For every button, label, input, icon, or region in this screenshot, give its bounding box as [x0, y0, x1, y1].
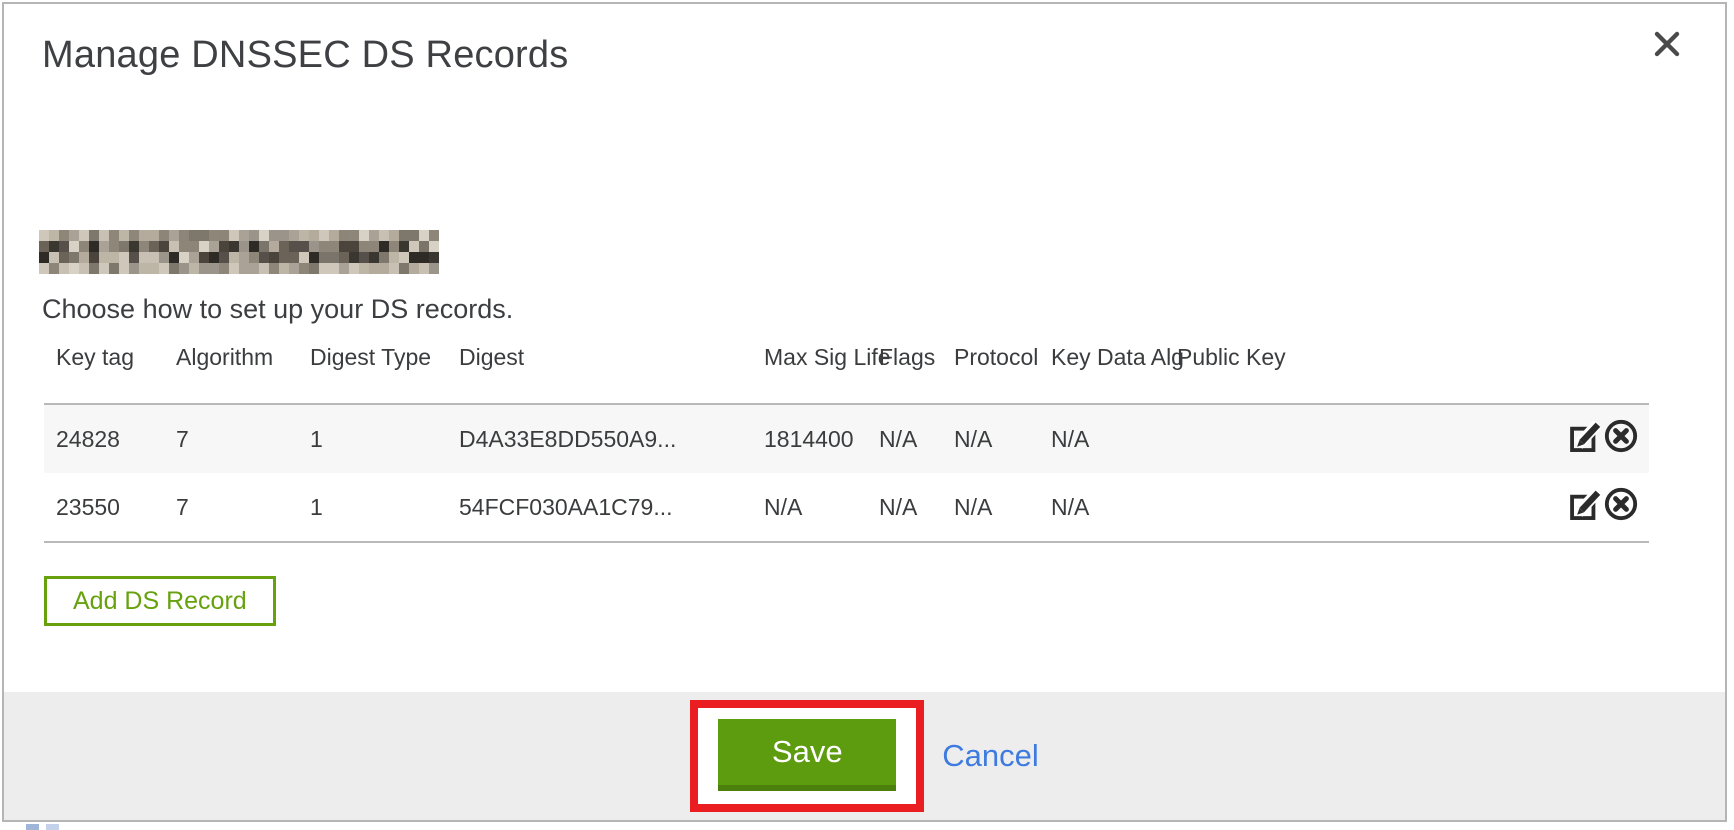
cell-actions [1469, 404, 1649, 473]
close-icon [1652, 29, 1682, 64]
close-button[interactable] [1649, 28, 1685, 64]
cell-algorithm: 7 [164, 404, 298, 473]
cell-digest-type: 1 [298, 404, 447, 473]
col-header-digest: Digest [447, 334, 752, 404]
cell-public-key [1165, 473, 1469, 542]
col-header-protocol: Protocol [942, 334, 1039, 404]
col-header-flags: Flags [867, 334, 942, 404]
cell-protocol: N/A [942, 404, 1039, 473]
cell-digest: 54FCF030AA1C79... [447, 473, 752, 542]
col-header-algorithm: Algorithm [164, 334, 298, 404]
cell-key-tag: 23550 [44, 473, 164, 542]
col-header-public-key: Public Key [1165, 334, 1469, 404]
delete-record-button[interactable] [1603, 486, 1639, 528]
edit-record-button[interactable] [1567, 418, 1603, 460]
save-button[interactable]: Save [718, 719, 896, 791]
col-header-key-tag: Key tag [44, 334, 164, 404]
circle-x-icon [1603, 418, 1639, 454]
instruction-text: Choose how to set up your DS records. [42, 294, 513, 325]
table-row: 24828 7 1 D4A33E8DD550A9... 1814400 N/A … [44, 404, 1649, 473]
col-header-max-sig-life: Max Sig Life [752, 334, 867, 404]
cell-actions [1469, 473, 1649, 542]
cell-digest: D4A33E8DD550A9... [447, 404, 752, 473]
cell-key-tag: 24828 [44, 404, 164, 473]
edit-pencil-square-icon [1567, 486, 1603, 522]
redacted-domain-name [39, 230, 439, 274]
cell-flags: N/A [867, 404, 942, 473]
cell-algorithm: 7 [164, 473, 298, 542]
col-header-key-data-alg: Key Data Alg [1039, 334, 1165, 404]
circle-x-icon [1603, 486, 1639, 522]
cell-key-data-alg: N/A [1039, 473, 1165, 542]
background-artifact [26, 824, 39, 830]
cancel-link[interactable]: Cancel [942, 738, 1039, 774]
cell-protocol: N/A [942, 473, 1039, 542]
cell-flags: N/A [867, 473, 942, 542]
cell-key-data-alg: N/A [1039, 404, 1165, 473]
edit-record-button[interactable] [1567, 486, 1603, 528]
cell-max-sig-life: N/A [752, 473, 867, 542]
cell-digest-type: 1 [298, 473, 447, 542]
cell-max-sig-life: 1814400 [752, 404, 867, 473]
red-highlight-annotation: Save [690, 700, 924, 812]
background-artifact [46, 824, 59, 830]
col-header-actions [1469, 334, 1649, 404]
dialog-footer: Save Cancel [4, 692, 1725, 820]
delete-record-button[interactable] [1603, 418, 1639, 460]
ds-records-table: Key tag Algorithm Digest Type Digest Max… [44, 334, 1649, 543]
edit-pencil-square-icon [1567, 418, 1603, 454]
dnssec-ds-records-dialog: Manage DNSSEC DS Records Choose how to s… [2, 2, 1727, 822]
cell-public-key [1165, 404, 1469, 473]
table-row: 23550 7 1 54FCF030AA1C79... N/A N/A N/A … [44, 473, 1649, 542]
page-title: Manage DNSSEC DS Records [42, 34, 568, 77]
add-ds-record-button[interactable]: Add DS Record [44, 576, 276, 626]
page-behind-dialog [0, 824, 1734, 830]
col-header-digest-type: Digest Type [298, 334, 447, 404]
table-header-row: Key tag Algorithm Digest Type Digest Max… [44, 334, 1649, 404]
